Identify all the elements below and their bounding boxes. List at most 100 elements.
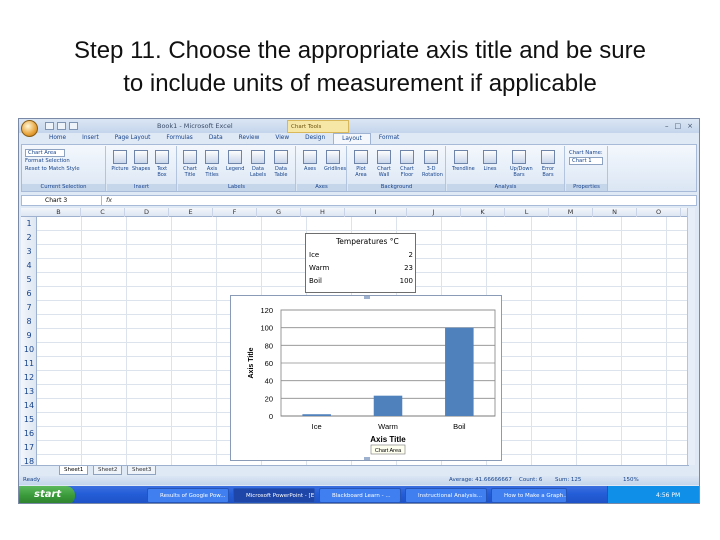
chart-floor-button[interactable]: Chart Floor — [398, 150, 416, 178]
taskbar-item-google[interactable]: Results of Google Pow... — [147, 488, 229, 503]
zoom-level[interactable]: 150% — [623, 477, 639, 483]
text-box-button[interactable]: Text Box — [153, 150, 171, 178]
tab-review[interactable]: Review — [231, 133, 268, 144]
redo-icon[interactable] — [69, 122, 78, 130]
fx-icon[interactable]: fx — [106, 196, 112, 204]
maximize-icon[interactable]: □ — [675, 122, 682, 130]
chart-elements-dropdown[interactable]: Chart Area — [25, 149, 65, 157]
row-header-16[interactable]: 16 — [21, 427, 37, 441]
trendline-button[interactable]: Trendline — [452, 150, 475, 172]
column-header-i[interactable]: I — [345, 208, 407, 217]
name-box[interactable]: Chart 3 — [22, 196, 102, 205]
sheet-tab-1[interactable]: Sheet1 — [59, 466, 89, 475]
group-background: Plot Area Chart Wall Chart Floor 3-D Rot… — [348, 146, 446, 191]
column-header-h[interactable]: H — [301, 208, 345, 217]
bar-chart[interactable]: 0 20 40 60 80 100 120 Ice Warm Boil Axis Title Axis… — [231, 296, 503, 462]
column-header-m[interactable]: M — [549, 208, 593, 217]
row-header-6[interactable]: 6 — [21, 287, 37, 301]
row-header-12[interactable]: 12 — [21, 371, 37, 385]
format-selection-button[interactable]: Format Selection — [25, 157, 80, 165]
column-header-b[interactable]: B — [37, 208, 81, 217]
bar-boil[interactable] — [445, 327, 474, 416]
y-axis-title[interactable]: Axis Title — [248, 347, 255, 378]
3d-rotation-button[interactable]: 3-D Rotation — [422, 150, 443, 178]
sheet-tab-3[interactable]: Sheet3 — [127, 466, 157, 475]
undo-icon[interactable] — [57, 122, 66, 130]
embedded-chart[interactable]: 0 20 40 60 80 100 120 Ice Warm Boil Axis Title Axis… — [230, 295, 502, 461]
row-header-2[interactable]: 2 — [21, 231, 37, 245]
chart-name-label: Chart Name: — [569, 150, 603, 156]
legend-button[interactable]: Legend — [226, 150, 244, 172]
office-button[interactable] — [21, 120, 38, 137]
minimize-icon[interactable]: – — [665, 122, 669, 130]
group-label-current-selection: Current Selection — [22, 184, 105, 191]
status-count: Count: 6 — [519, 477, 543, 483]
column-header-n[interactable]: N — [593, 208, 637, 217]
row-header-7[interactable]: 7 — [21, 301, 37, 315]
chart-wall-button[interactable]: Chart Wall — [375, 150, 393, 178]
taskbar-item-blackboard[interactable]: Blackboard Learn - ... — [319, 488, 401, 503]
column-header-f[interactable]: F — [213, 208, 257, 217]
column-header-o[interactable]: O — [637, 208, 681, 217]
tab-view[interactable]: View — [267, 133, 297, 144]
x-axis-title[interactable]: Axis Title — [370, 435, 406, 444]
axis-titles-button[interactable]: Axis Titles — [203, 150, 221, 178]
close-icon[interactable]: × — [687, 122, 693, 130]
row-header-11[interactable]: 11 — [21, 357, 37, 371]
row-header-1[interactable]: 1 — [21, 217, 37, 231]
save-icon[interactable] — [45, 122, 54, 130]
tab-insert[interactable]: Insert — [74, 133, 107, 144]
chart-title-button[interactable]: Chart Title — [181, 150, 199, 178]
data-row-boil[interactable]: Boil 100 — [309, 277, 413, 289]
row-header-15[interactable]: 15 — [21, 413, 37, 427]
error-bars-button[interactable]: Error Bars — [539, 150, 557, 178]
tab-data[interactable]: Data — [201, 133, 231, 144]
tab-format[interactable]: Format — [371, 133, 407, 144]
row-header-4[interactable]: 4 — [21, 259, 37, 273]
data-table-header: Temperatures °C — [336, 237, 399, 246]
row-header-13[interactable]: 13 — [21, 385, 37, 399]
row-header-14[interactable]: 14 — [21, 399, 37, 413]
chart-name-input[interactable]: Chart 1 — [569, 157, 603, 165]
status-mode: Ready — [23, 477, 41, 483]
data-row-ice[interactable]: Ice 2 — [309, 251, 413, 263]
vertical-scrollbar[interactable] — [687, 208, 695, 465]
lines-button[interactable]: Lines — [481, 150, 499, 172]
sheet-tab-2[interactable]: Sheet2 — [93, 466, 123, 475]
row-header-10[interactable]: 10 — [21, 343, 37, 357]
row-header-8[interactable]: 8 — [21, 315, 37, 329]
gridlines-button[interactable]: Gridlines — [324, 150, 346, 172]
row-header-5[interactable]: 5 — [21, 273, 37, 287]
plot-area-button[interactable]: Plot Area — [352, 150, 370, 178]
column-header-e[interactable]: E — [169, 208, 213, 217]
data-row-label: Boil — [309, 277, 322, 285]
taskbar-item-instructional[interactable]: Instructional Analysis... — [405, 488, 487, 503]
data-row-warm[interactable]: Warm 23 — [309, 264, 413, 276]
tab-home[interactable]: Home — [41, 133, 74, 144]
shapes-button[interactable]: Shapes — [132, 150, 150, 172]
taskbar-item-graph[interactable]: How to Make a Graph... — [491, 488, 567, 503]
reset-to-match-style-button[interactable]: Reset to Match Style — [25, 165, 80, 173]
row-header-17[interactable]: 17 — [21, 441, 37, 455]
column-header-g[interactable]: G — [257, 208, 301, 217]
up-down-bars-button[interactable]: Up/Down Bars — [510, 150, 533, 178]
bar-warm[interactable] — [373, 395, 403, 416]
column-header-c[interactable]: C — [81, 208, 125, 217]
tab-layout[interactable]: Layout — [333, 133, 371, 144]
data-table-button[interactable]: Data Table — [272, 150, 290, 178]
tab-page-layout[interactable]: Page Layout — [107, 133, 159, 144]
taskbar-item-powerpoint[interactable]: Microsoft PowerPoint - [Excel] — [233, 488, 315, 503]
tab-design[interactable]: Design — [297, 133, 333, 144]
bar-ice[interactable] — [302, 414, 331, 416]
column-header-j[interactable]: J — [407, 208, 461, 217]
data-labels-button[interactable]: Data Labels — [249, 150, 267, 178]
column-header-d[interactable]: D — [125, 208, 169, 217]
column-header-l[interactable]: L — [505, 208, 549, 217]
row-header-3[interactable]: 3 — [21, 245, 37, 259]
start-button[interactable]: start — [19, 486, 75, 503]
row-header-9[interactable]: 9 — [21, 329, 37, 343]
tab-formulas[interactable]: Formulas — [158, 133, 200, 144]
column-header-k[interactable]: K — [461, 208, 505, 217]
axes-button[interactable]: Axes — [301, 150, 319, 172]
picture-button[interactable]: Picture — [111, 150, 129, 172]
